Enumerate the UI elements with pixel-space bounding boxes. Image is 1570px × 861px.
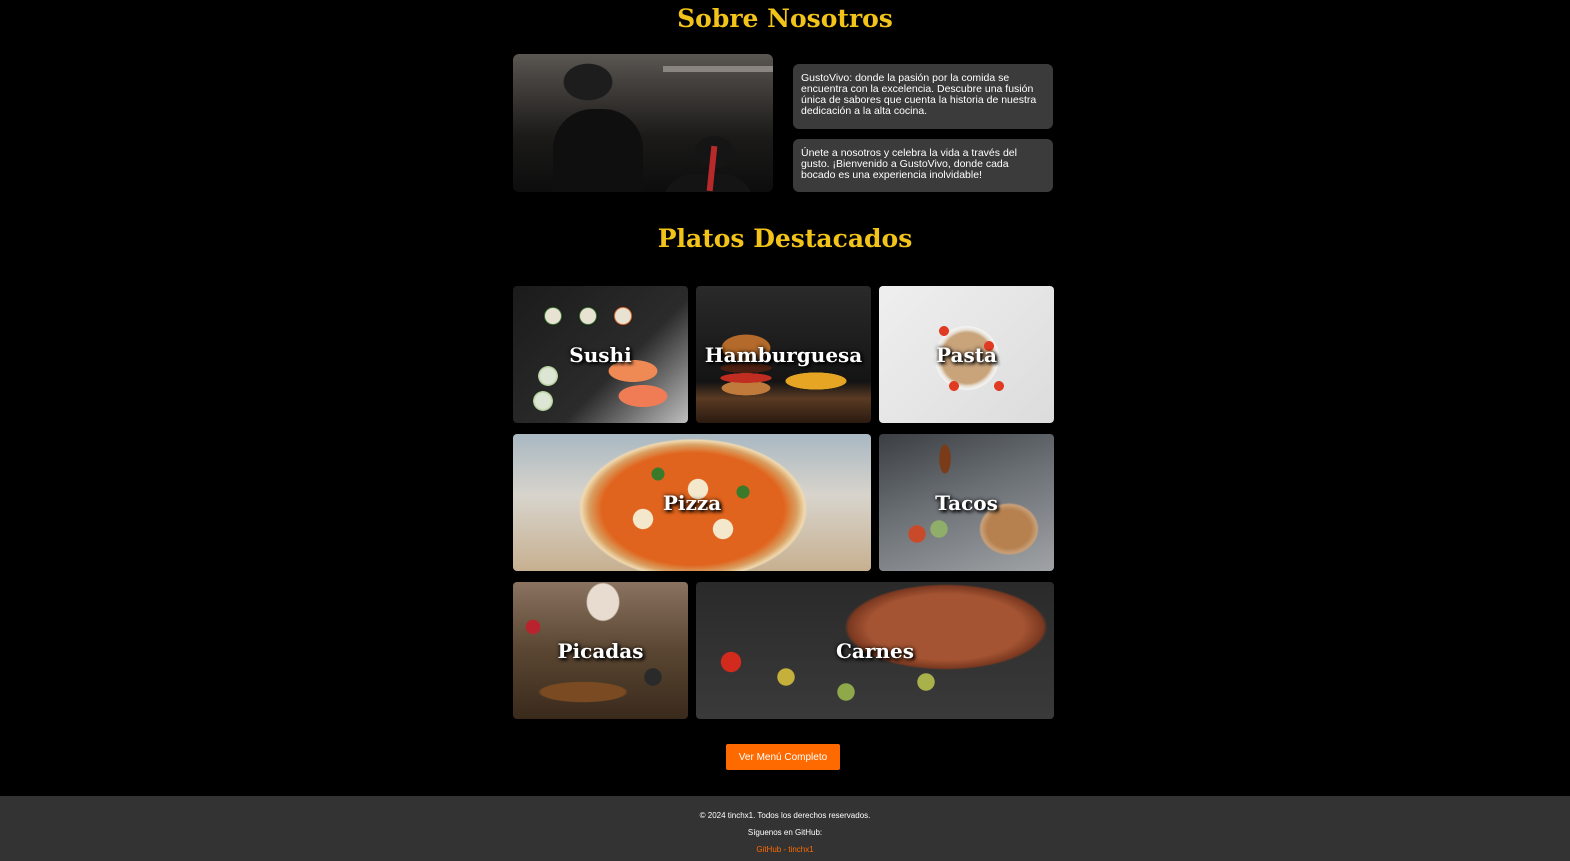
dish-label: Picadas <box>557 638 644 663</box>
chefs-image <box>513 54 773 192</box>
about-paragraph: Únete a nosotros y celebra la vida a tra… <box>801 147 1017 181</box>
github-link[interactable]: GitHub - tinchx1 <box>0 845 1570 854</box>
about-title: Sobre Nosotros <box>677 4 893 33</box>
dish-card-tacos[interactable]: Tacos <box>879 434 1054 571</box>
dish-card-hamburguesa[interactable]: Hamburguesa <box>696 286 871 423</box>
footer: © 2024 tinchx1. Todos los derechos reser… <box>0 796 1570 861</box>
dish-label: Hamburguesa <box>704 342 863 367</box>
follow-text: Síguenos en GitHub: <box>747 828 823 837</box>
dish-card-sushi[interactable]: Sushi <box>513 286 688 423</box>
about-text-card: Únete a nosotros y celebra la vida a tra… <box>793 139 1053 192</box>
about-text-card: GustoVivo: donde la pasión por la comida… <box>793 64 1053 129</box>
full-menu-button[interactable]: Ver Menú Completo <box>726 744 840 770</box>
dish-card-carnes[interactable]: Carnes <box>696 582 1054 719</box>
dish-label: Pasta <box>936 342 997 367</box>
dish-label: Tacos <box>935 490 998 515</box>
dish-card-pizza[interactable]: Pizza <box>513 434 871 571</box>
dish-card-picadas[interactable]: Picadas <box>513 582 688 719</box>
dish-label: Sushi <box>569 342 632 367</box>
dish-label: Pizza <box>662 490 722 515</box>
dish-label: Carnes <box>836 638 914 663</box>
dish-card-pasta[interactable]: Pasta <box>879 286 1054 423</box>
about-paragraph: GustoVivo: donde la pasión por la comida… <box>801 72 1037 117</box>
dishes-title: Platos Destacados <box>657 224 913 253</box>
copyright-text: © 2024 tinchx1. Todos los derechos reser… <box>699 811 871 820</box>
